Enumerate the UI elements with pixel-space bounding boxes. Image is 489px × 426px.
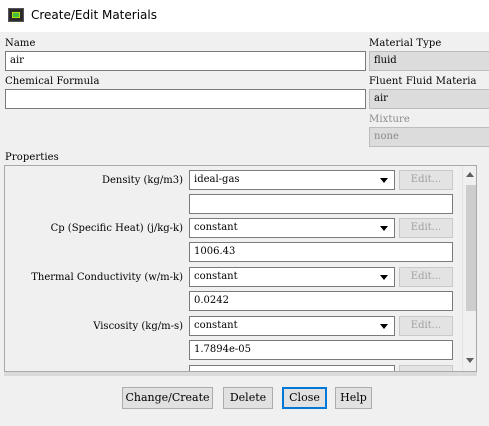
- material-type-select[interactable]: fluid: [369, 51, 489, 71]
- help-button[interactable]: Help: [335, 387, 372, 409]
- properties-bottom-edge: [4, 372, 477, 376]
- next-property-select[interactable]: [189, 365, 395, 371]
- app-icon: [8, 8, 24, 22]
- mixture-select: none: [369, 127, 489, 147]
- chemical-formula-label: Chemical Formula: [5, 76, 100, 87]
- viscosity-edit-button: Edit...: [399, 316, 453, 336]
- properties-scrollbar[interactable]: [462, 166, 476, 371]
- fluent-fluid-materials-select[interactable]: air: [369, 89, 489, 109]
- viscosity-label: Viscosity (kg/m-s): [93, 321, 183, 332]
- cp-value-input[interactable]: 1006.43: [189, 242, 453, 262]
- scroll-down-arrow-icon[interactable]: [466, 358, 474, 363]
- density-method-select[interactable]: ideal-gas: [189, 170, 395, 190]
- density-label: Density (kg/m3): [101, 175, 183, 186]
- chevron-down-icon: [380, 275, 388, 280]
- properties-label: Properties: [5, 152, 59, 163]
- thermal-conductivity-method-select[interactable]: constant: [189, 267, 395, 287]
- close-button[interactable]: Close: [282, 387, 327, 409]
- density-method-value: ideal-gas: [194, 174, 240, 185]
- thermal-conductivity-label: Thermal Conductivity (w/m-k): [31, 272, 183, 283]
- change-create-button[interactable]: Change/Create: [122, 387, 213, 409]
- chevron-down-icon: [380, 178, 388, 183]
- title-bar: Create/Edit Materials: [0, 0, 489, 32]
- cp-edit-button: Edit...: [399, 218, 453, 238]
- name-label: Name: [5, 38, 36, 49]
- next-property-edit-button: [399, 365, 453, 371]
- density-value-input[interactable]: [189, 194, 453, 214]
- cp-method-value: constant: [194, 222, 238, 233]
- density-edit-button: Edit...: [399, 170, 453, 190]
- thermal-conductivity-value-input[interactable]: 0.0242: [189, 291, 453, 311]
- fluent-fluid-materials-label: Fluent Fluid Materia: [369, 76, 477, 87]
- viscosity-method-value: constant: [194, 320, 238, 331]
- chevron-down-icon: [380, 226, 388, 231]
- material-type-label: Material Type: [369, 38, 442, 49]
- cp-label: Cp (Specific Heat) (j/kg-k): [50, 223, 183, 234]
- viscosity-value-input[interactable]: 1.7894e-05: [189, 340, 453, 360]
- mixture-label: Mixture: [369, 114, 410, 125]
- cp-method-select[interactable]: constant: [189, 218, 395, 238]
- properties-panel: Density (kg/m3) ideal-gas Edit... Cp (Sp…: [4, 165, 477, 372]
- delete-button[interactable]: Delete: [223, 387, 273, 409]
- window-title: Create/Edit Materials: [31, 8, 157, 22]
- thermal-conductivity-edit-button: Edit...: [399, 267, 453, 287]
- viscosity-method-select[interactable]: constant: [189, 316, 395, 336]
- scrollbar-thumb[interactable]: [466, 185, 476, 311]
- chemical-formula-input[interactable]: [5, 89, 366, 109]
- chevron-down-icon: [380, 324, 388, 329]
- thermal-conductivity-method-value: constant: [194, 271, 238, 282]
- name-input[interactable]: air: [5, 51, 366, 71]
- scroll-up-arrow-icon[interactable]: [466, 172, 474, 177]
